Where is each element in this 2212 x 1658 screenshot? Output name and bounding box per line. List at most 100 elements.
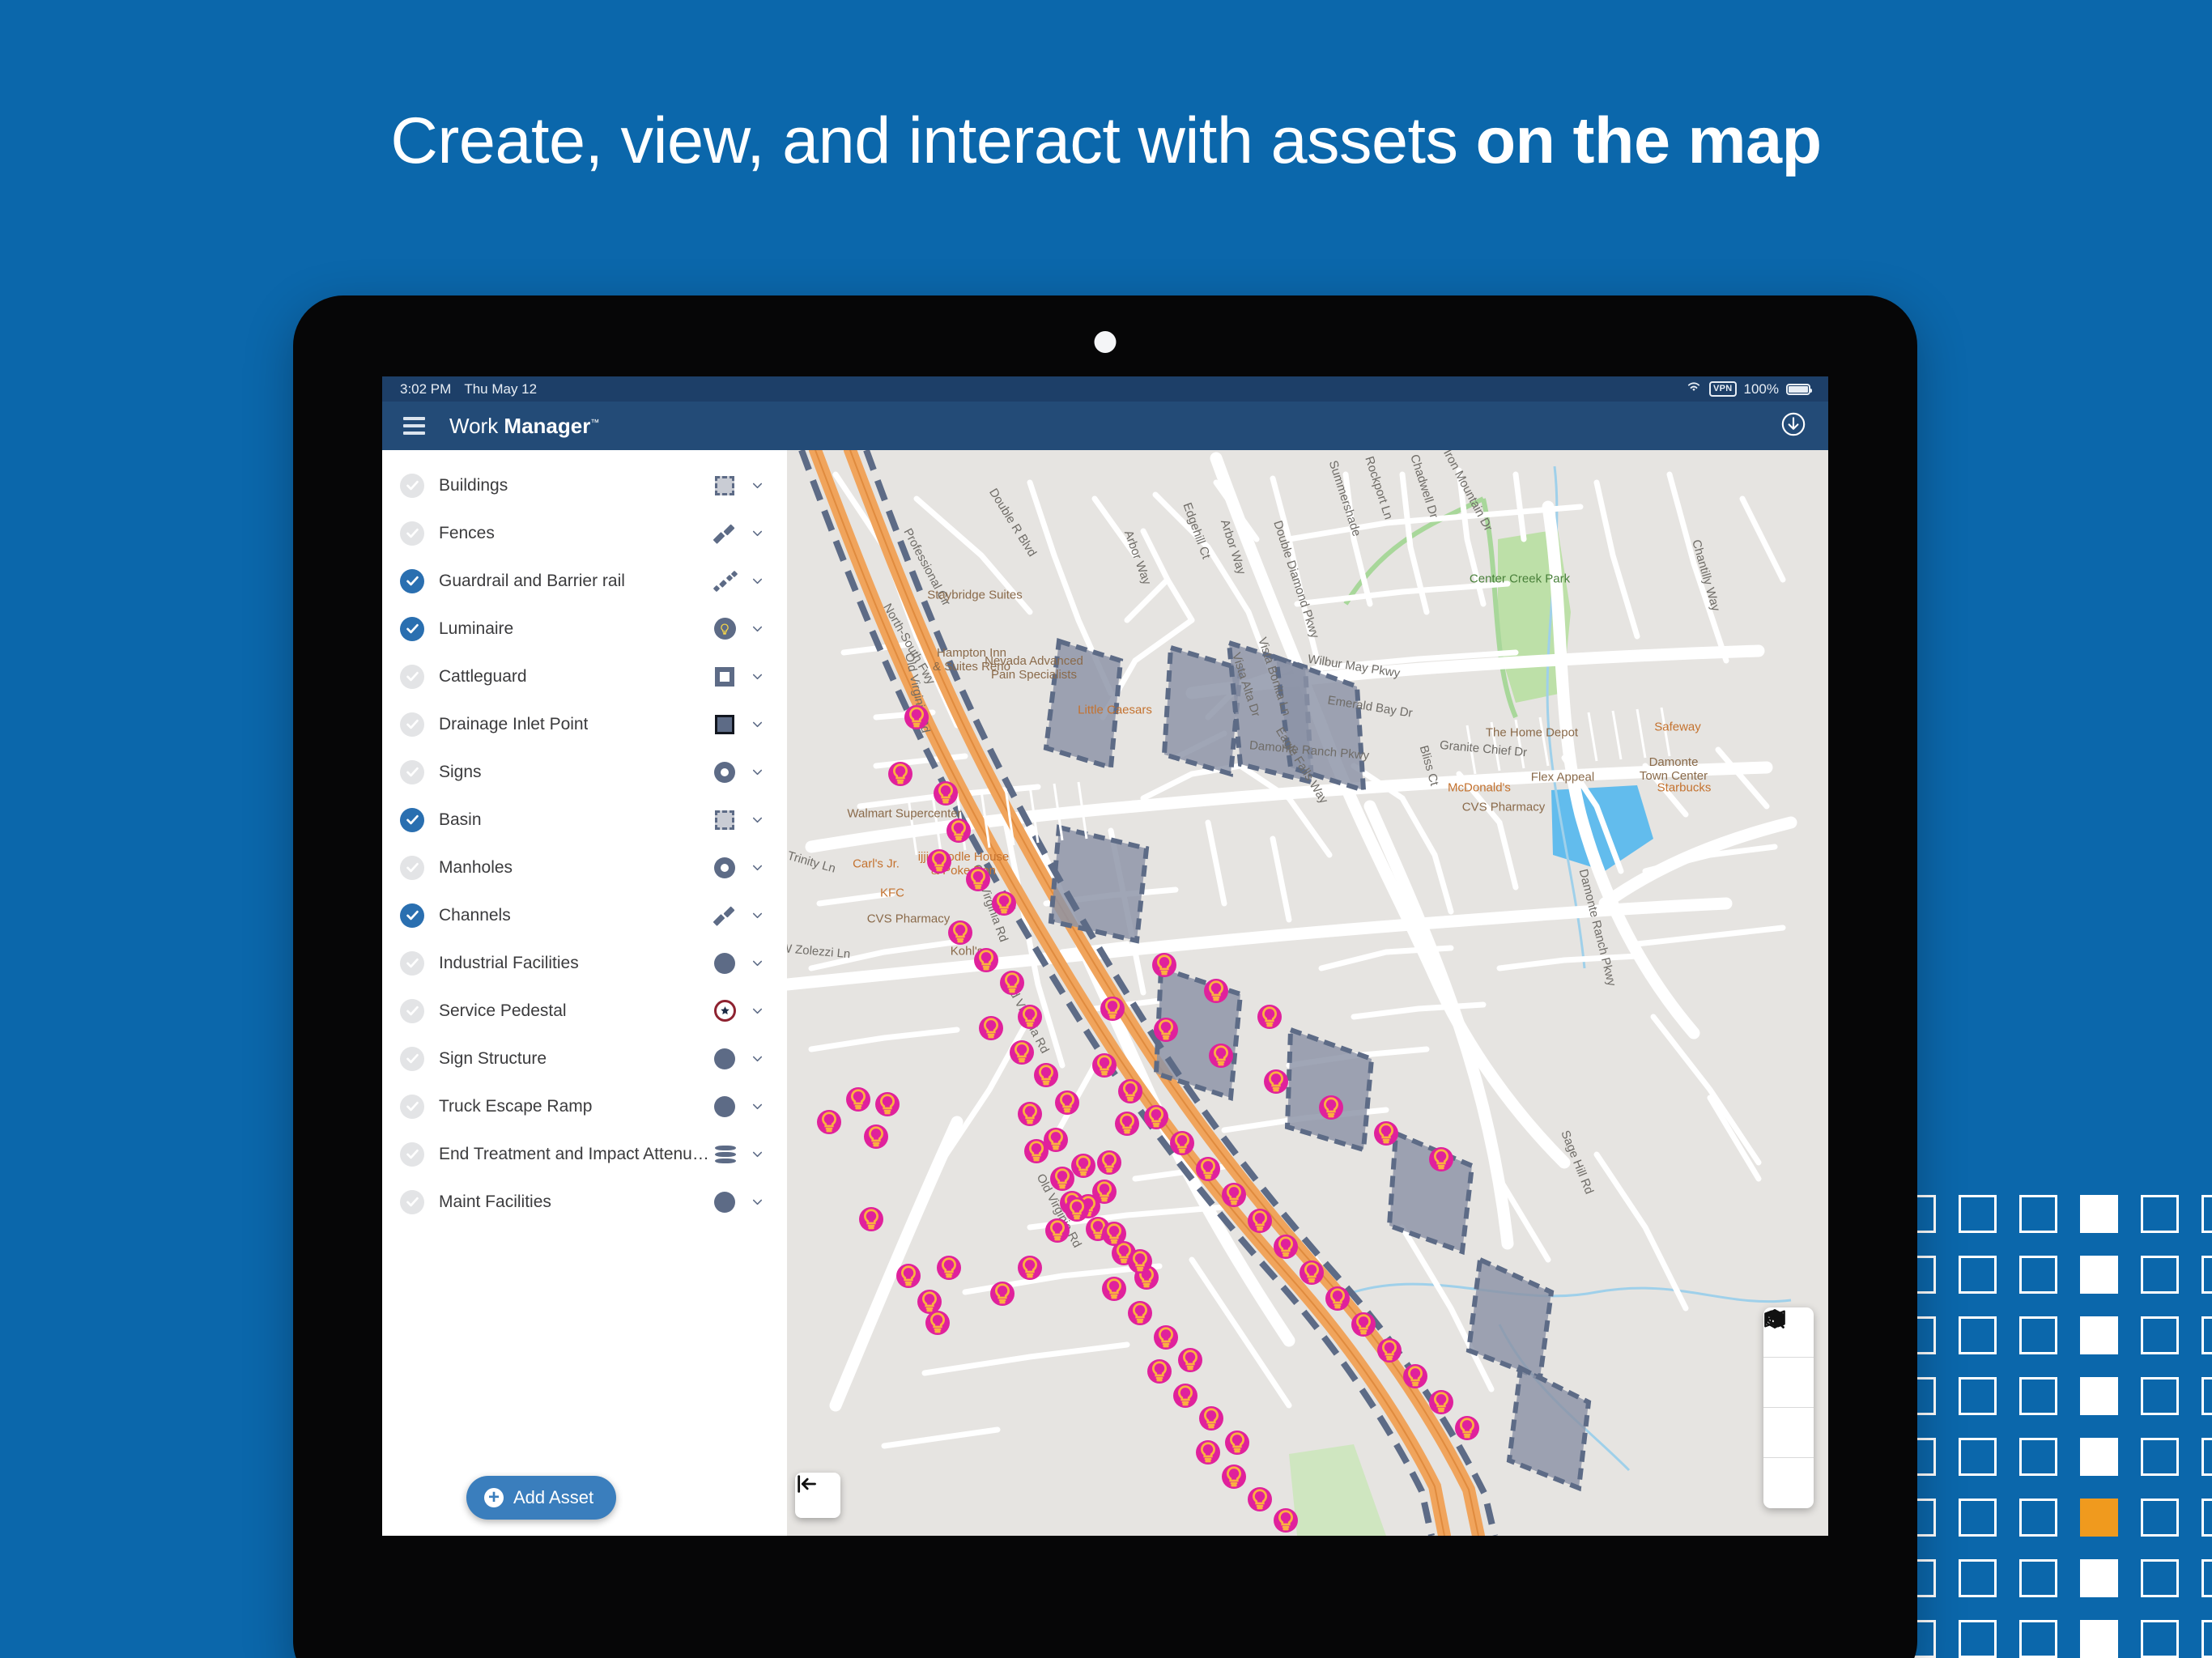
chevron-down-icon[interactable]: [745, 478, 769, 493]
layer-visibility-checkbox[interactable]: [400, 712, 424, 737]
asset-marker-luminaire[interactable]: [1325, 1286, 1350, 1311]
layer-visibility-checkbox[interactable]: [400, 568, 424, 593]
chevron-down-icon[interactable]: [745, 669, 769, 684]
asset-marker-luminaire[interactable]: [875, 1092, 900, 1116]
layer-visibility-checkbox[interactable]: [400, 616, 424, 641]
asset-marker-luminaire[interactable]: [1173, 1384, 1197, 1408]
asset-marker-luminaire[interactable]: [937, 1256, 961, 1280]
layer-row[interactable]: Channels: [382, 891, 787, 939]
layer-row[interactable]: Luminaire: [382, 605, 787, 653]
asset-marker-luminaire[interactable]: [1065, 1197, 1089, 1222]
asset-marker-luminaire[interactable]: [1018, 1005, 1042, 1029]
asset-marker-luminaire[interactable]: [925, 1311, 950, 1335]
hamburger-menu-icon[interactable]: [403, 417, 425, 435]
map-view[interactable]: Double R Blvd Professional Cir Arbor Way Ed…: [787, 450, 1828, 1536]
layer-visibility-checkbox[interactable]: [400, 1141, 424, 1167]
asset-marker-luminaire[interactable]: [948, 920, 972, 945]
basemap-icon[interactable]: [1763, 1310, 1814, 1458]
chevron-down-icon[interactable]: [745, 1003, 769, 1018]
asset-marker-luminaire[interactable]: [1351, 1312, 1376, 1337]
asset-marker-luminaire[interactable]: [1196, 1440, 1220, 1465]
asset-marker-luminaire[interactable]: [896, 1264, 921, 1288]
asset-marker-luminaire[interactable]: [1455, 1416, 1479, 1440]
asset-marker-luminaire[interactable]: [1300, 1261, 1324, 1285]
asset-marker-luminaire[interactable]: [1374, 1121, 1398, 1146]
chevron-down-icon[interactable]: [745, 764, 769, 780]
asset-marker-luminaire[interactable]: [1403, 1364, 1427, 1388]
asset-marker-luminaire[interactable]: [1050, 1167, 1074, 1191]
asset-marker-luminaire[interactable]: [1248, 1209, 1272, 1233]
asset-marker-luminaire[interactable]: [1257, 1005, 1282, 1029]
layer-row[interactable]: Drainage Inlet Point: [382, 700, 787, 748]
download-icon[interactable]: [1780, 410, 1807, 442]
layer-row[interactable]: Basin: [382, 796, 787, 844]
asset-marker-luminaire[interactable]: [1152, 953, 1176, 977]
asset-marker-luminaire[interactable]: [1147, 1359, 1172, 1384]
layer-visibility-checkbox[interactable]: [400, 521, 424, 546]
chevron-down-icon[interactable]: [745, 621, 769, 636]
asset-marker-luminaire[interactable]: [1102, 1222, 1126, 1246]
asset-marker-luminaire[interactable]: [1034, 1063, 1058, 1087]
collapse-panel-icon[interactable]: [795, 1473, 840, 1518]
asset-marker-luminaire[interactable]: [1377, 1338, 1402, 1363]
asset-marker-luminaire[interactable]: [817, 1110, 841, 1134]
add-asset-button[interactable]: + Add Asset: [466, 1476, 617, 1520]
asset-marker-luminaire[interactable]: [1429, 1147, 1453, 1171]
asset-marker-luminaire[interactable]: [1319, 1095, 1343, 1120]
asset-marker-luminaire[interactable]: [1225, 1431, 1249, 1455]
asset-marker-luminaire[interactable]: [1154, 1018, 1178, 1042]
asset-marker-luminaire[interactable]: [1209, 1044, 1233, 1068]
asset-marker-luminaire[interactable]: [965, 867, 990, 891]
layer-visibility-checkbox[interactable]: [400, 473, 424, 498]
layers-3d-icon[interactable]: [1763, 1309, 1814, 1508]
chevron-down-icon[interactable]: [746, 1146, 769, 1162]
chevron-down-icon[interactable]: [745, 1051, 769, 1066]
asset-marker-luminaire[interactable]: [1102, 1276, 1126, 1301]
asset-marker-luminaire[interactable]: [1097, 1150, 1121, 1175]
asset-marker-luminaire[interactable]: [1018, 1102, 1042, 1126]
asset-marker-luminaire[interactable]: [846, 1087, 870, 1112]
chevron-down-icon[interactable]: [745, 955, 769, 971]
asset-marker-luminaire[interactable]: [1092, 1053, 1117, 1078]
asset-marker-luminaire[interactable]: [974, 948, 998, 972]
layer-visibility-checkbox[interactable]: [400, 759, 424, 784]
asset-marker-luminaire[interactable]: [934, 781, 958, 806]
asset-marker-luminaire[interactable]: [1196, 1157, 1220, 1181]
layer-row[interactable]: Cattleguard: [382, 653, 787, 700]
asset-marker-luminaire[interactable]: [864, 1124, 888, 1149]
asset-marker-luminaire[interactable]: [1045, 1218, 1070, 1243]
asset-marker-luminaire[interactable]: [1128, 1249, 1152, 1273]
asset-marker-luminaire[interactable]: [1118, 1079, 1142, 1103]
asset-marker-luminaire[interactable]: [1055, 1090, 1079, 1115]
layer-row[interactable]: Fences: [382, 509, 787, 557]
asset-marker-luminaire[interactable]: [1429, 1390, 1453, 1414]
chevron-down-icon[interactable]: [745, 573, 769, 589]
layer-visibility-checkbox[interactable]: [400, 1046, 424, 1071]
layer-row[interactable]: Guardrail and Barrier rail: [382, 557, 787, 605]
asset-marker-luminaire[interactable]: [992, 891, 1016, 916]
layer-visibility-checkbox[interactable]: [400, 950, 424, 976]
asset-marker-luminaire[interactable]: [1018, 1256, 1042, 1280]
asset-marker-luminaire[interactable]: [1000, 971, 1024, 995]
layer-row[interactable]: Service Pedestal: [382, 987, 787, 1035]
chevron-down-icon[interactable]: [745, 860, 769, 875]
asset-marker-luminaire[interactable]: [1144, 1105, 1168, 1129]
chevron-down-icon[interactable]: [745, 525, 769, 541]
asset-marker-luminaire[interactable]: [904, 705, 929, 729]
asset-marker-luminaire[interactable]: [1170, 1131, 1194, 1155]
layer-row[interactable]: Buildings: [382, 461, 787, 509]
asset-marker-luminaire[interactable]: [946, 818, 971, 843]
layer-row[interactable]: Sign Structure: [382, 1035, 787, 1082]
locate-icon[interactable]: [1763, 1311, 1814, 1408]
layer-visibility-checkbox[interactable]: [400, 807, 424, 832]
layer-visibility-checkbox[interactable]: [400, 1189, 424, 1214]
asset-marker-luminaire[interactable]: [1178, 1348, 1202, 1372]
asset-marker-luminaire[interactable]: [859, 1206, 883, 1231]
layer-row[interactable]: End Treatment and Impact Attenuator: [382, 1130, 787, 1178]
asset-marker-luminaire[interactable]: [1071, 1154, 1095, 1178]
asset-marker-luminaire[interactable]: [1199, 1406, 1223, 1431]
layer-visibility-checkbox[interactable]: [400, 1094, 424, 1119]
layer-row[interactable]: Maint Facilities: [382, 1178, 787, 1226]
layer-visibility-checkbox[interactable]: [400, 903, 424, 928]
layer-row[interactable]: Industrial Facilities: [382, 939, 787, 987]
